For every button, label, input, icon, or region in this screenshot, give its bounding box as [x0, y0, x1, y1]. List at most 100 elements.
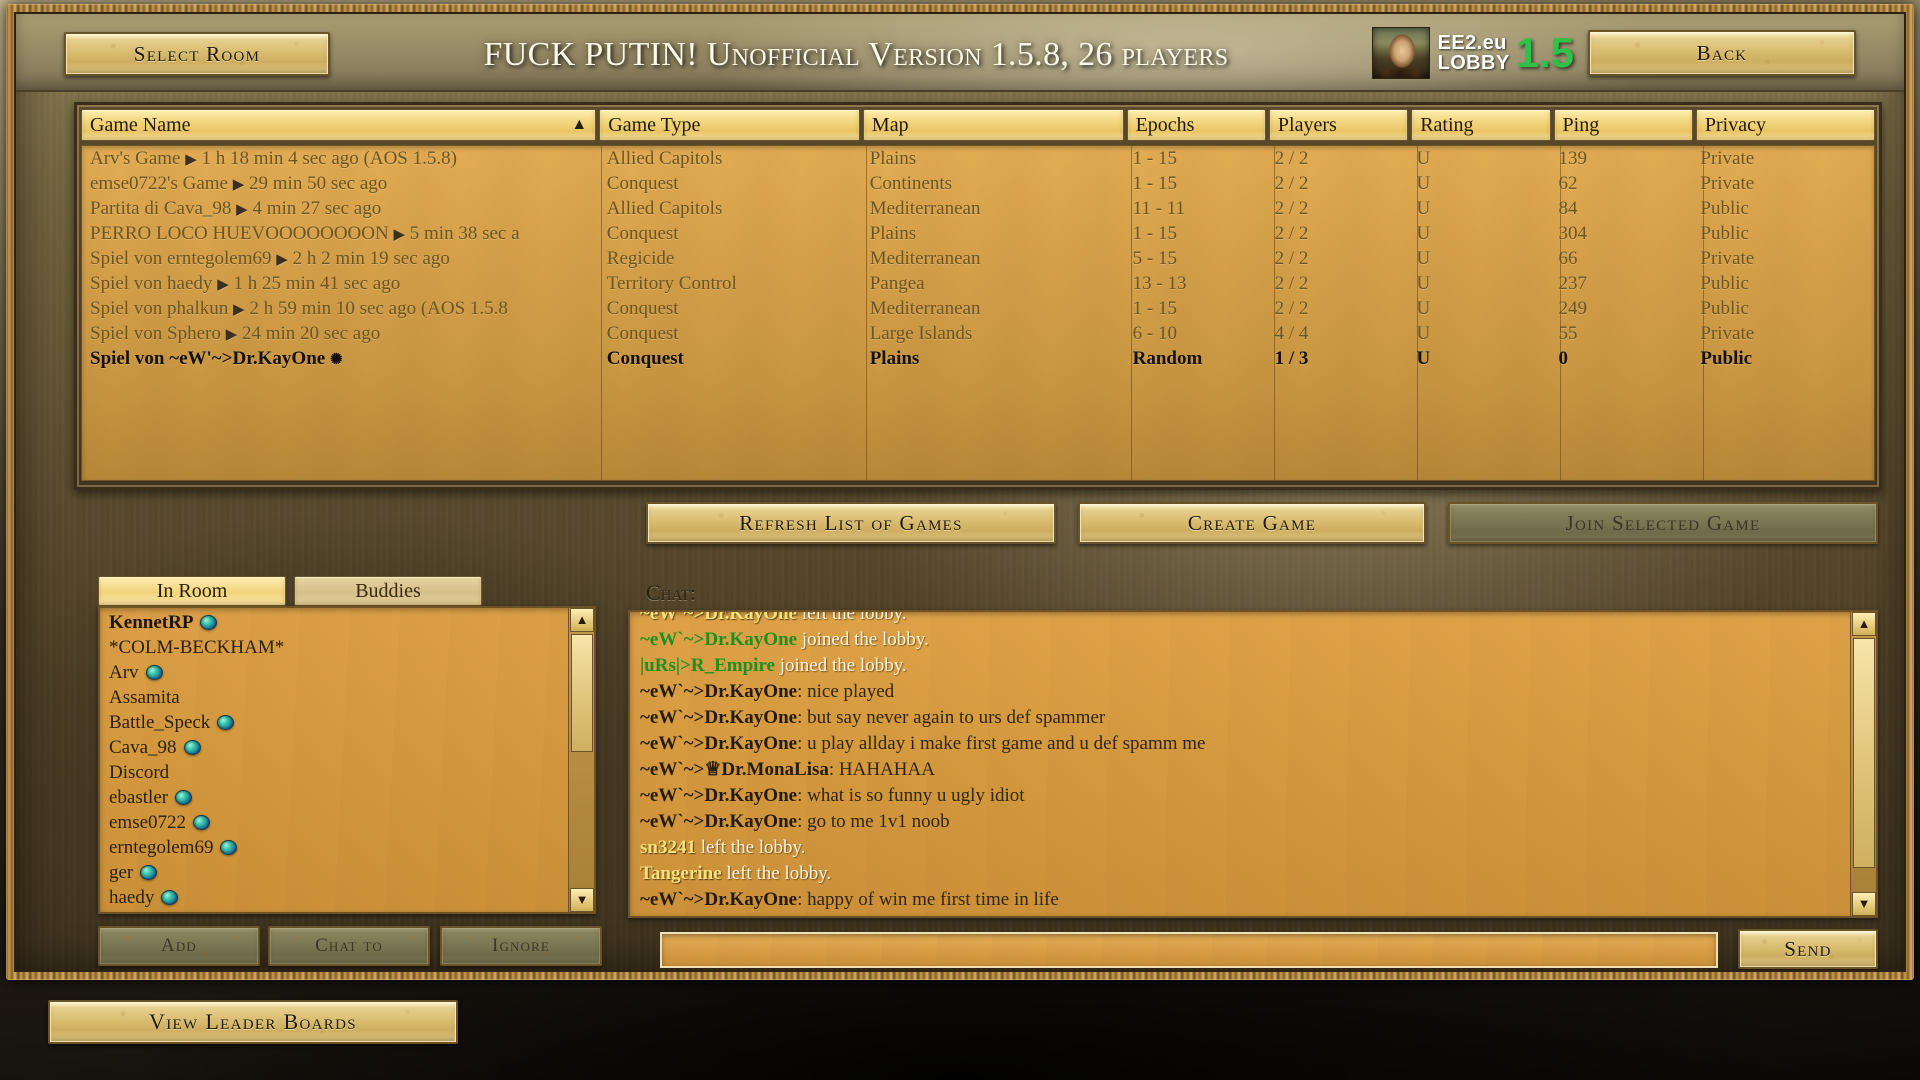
- game-running-icon: ▶: [217, 276, 229, 293]
- back-button[interactable]: Back: [1588, 30, 1856, 76]
- game-cell-privacy: Public: [1700, 197, 1749, 219]
- game-row[interactable]: Spiel von ~eW'~>Dr.KayOne ✺ Conquest Plain…: [82, 346, 1874, 371]
- column-header-label: Epochs: [1135, 113, 1195, 136]
- game-cell-rating: U: [1416, 222, 1431, 244]
- game-cell-ping: 62: [1558, 172, 1578, 194]
- chat-author: ~eW`~>♕Dr.MonaLisa: [640, 759, 829, 780]
- chat-text: : nice played: [797, 681, 895, 702]
- player-list-item[interactable]: Assamita: [100, 685, 594, 710]
- game-row[interactable]: emse0722's Game ▶ 29 min 50 sec ago Conqu…: [82, 171, 1874, 196]
- game-row[interactable]: Spiel von phalkun ▶ 2 h 59 min 10 sec ag…: [82, 296, 1874, 321]
- globe-icon: [193, 815, 211, 830]
- view-leader-boards-button[interactable]: View Leader Boards: [48, 1000, 458, 1044]
- game-cell-privacy: Public: [1700, 347, 1753, 369]
- game-cell-ping: 66: [1558, 247, 1578, 269]
- chat-author: ~eW`~>Dr.KayOne: [640, 785, 798, 806]
- game-cell-ping: 237: [1558, 272, 1587, 294]
- games-column-header-map[interactable]: Map: [862, 109, 1124, 141]
- player-list-item[interactable]: ebastler: [100, 785, 594, 810]
- games-column-header-game-type[interactable]: Game Type: [599, 109, 860, 141]
- globe-icon: [217, 715, 235, 730]
- game-row[interactable]: Arv's Game ▶ 1 h 18 min 4 sec ago (AOS 1…: [82, 146, 1874, 171]
- globe-icon: [140, 865, 158, 880]
- chat-author: |uRs|>R_Empire: [640, 655, 775, 676]
- column-header-label: Game Name: [90, 113, 191, 136]
- tab-buddies[interactable]: Buddies: [294, 576, 482, 606]
- chat-text: : what is so funny u ugly idiot: [797, 785, 1025, 806]
- join-selected-game-button[interactable]: Join Selected Game: [1448, 502, 1878, 544]
- logo-version: 1.5: [1515, 29, 1574, 76]
- scroll-down-icon[interactable]: ▼: [570, 888, 594, 912]
- window-frame: Select Room FUCK PUTIN! Unofficial Versi…: [6, 4, 1914, 980]
- player-list-item[interactable]: Discord: [100, 760, 594, 785]
- games-column-header-rating[interactable]: Rating: [1411, 109, 1551, 141]
- chat-scroll-down-icon[interactable]: ▼: [1852, 892, 1876, 916]
- game-row[interactable]: PERRO LOCO HUEVOOOOOOOON ▶ 5 min 38 sec …: [82, 221, 1874, 246]
- game-cell-privacy: Private: [1700, 147, 1755, 169]
- chat-message: ~eW`~>Dr.KayOne: but say never again to …: [630, 705, 1876, 731]
- game-cell-epochs: 1 - 15: [1132, 222, 1177, 244]
- game-cell-players: 2 / 2: [1274, 197, 1309, 219]
- chat-input[interactable]: [660, 932, 1718, 968]
- player-list-panel[interactable]: KennetRP *COLM-BECKHAM* Arv Assamita Battle_…: [98, 606, 596, 914]
- game-name-text: Spiel von erntegolem69: [90, 247, 277, 269]
- player-list-item[interactable]: erntegolem69: [100, 835, 594, 860]
- games-column-header-epochs[interactable]: Epochs: [1126, 109, 1266, 141]
- game-running-icon: ▶: [232, 176, 245, 193]
- game-row[interactable]: Spiel von erntegolem69 ▶ 2 h 2 min 19 se…: [82, 246, 1874, 271]
- tab-in-room[interactable]: In Room: [98, 576, 286, 606]
- scroll-up-icon[interactable]: ▲: [570, 608, 594, 632]
- game-cell-privacy: Private: [1700, 247, 1755, 269]
- window-content: Select Room FUCK PUTIN! Unofficial Versi…: [14, 12, 1906, 972]
- game-row[interactable]: Spiel von Sphero ▶ 24 min 20 sec ago Conq…: [82, 321, 1874, 346]
- player-list-item[interactable]: *COLM-BECKHAM*: [100, 635, 594, 660]
- chat-message: ~eW`~>Dr.KayOne left the lobby.: [630, 610, 1876, 627]
- game-row[interactable]: Spiel von haedy ▶ 1 h 25 min 41 sec ago T…: [82, 271, 1874, 296]
- player-list-item[interactable]: emse0722: [100, 810, 594, 835]
- player-list-item[interactable]: Arv: [100, 660, 594, 685]
- create-game-button[interactable]: Create Game: [1078, 502, 1426, 544]
- game-cell-name: Spiel von haedy ▶ 1 h 25 min 41 sec ago: [82, 273, 599, 295]
- games-column-header-privacy[interactable]: Privacy: [1695, 109, 1875, 141]
- select-room-button[interactable]: Select Room: [64, 32, 330, 76]
- chat-text: left the lobby.: [695, 837, 806, 858]
- ignore-label: Ignore: [492, 935, 550, 956]
- add-buddy-button[interactable]: Add: [98, 926, 260, 966]
- game-cell-players: 2 / 2: [1274, 247, 1309, 269]
- refresh-list-button[interactable]: Refresh List of Games: [646, 502, 1056, 544]
- game-name-text: Partita di Cava_98: [90, 197, 237, 219]
- chat-message: ~eW`~>Dr.KayOne: what is so funny u ugly…: [630, 783, 1876, 809]
- games-column-header-players[interactable]: Players: [1268, 109, 1409, 141]
- chat-author: ~eW`~>Dr.KayOne: [640, 889, 798, 910]
- player-list-item[interactable]: ger: [100, 860, 594, 885]
- player-list-scrollbar[interactable]: ▲ ▼: [568, 608, 594, 912]
- game-cell-ping: 55: [1558, 322, 1578, 344]
- chat-to-button[interactable]: Chat to: [268, 926, 430, 966]
- player-list-item[interactable]: haedy: [100, 885, 594, 910]
- player-list-scroll-thumb[interactable]: [571, 634, 593, 752]
- games-table-body[interactable]: Arv's Game ▶ 1 h 18 min 4 sec ago (AOS 1…: [81, 145, 1875, 481]
- chat-scrollbar[interactable]: ▲ ▼: [1850, 612, 1876, 916]
- game-cell-name: Spiel von Sphero ▶ 24 min 20 sec ago: [82, 323, 599, 345]
- chat-log-panel[interactable]: ~eW`~>Dr.KayOne left the lobby. ~eW`~>Dr.…: [628, 610, 1878, 918]
- player-list-item[interactable]: Cava_98: [100, 735, 594, 760]
- player-list-item[interactable]: KennetRP: [100, 610, 594, 635]
- chat-text: : go to me 1v1 noob: [797, 811, 950, 832]
- games-column-header-game-name[interactable]: Game Name ▲: [81, 109, 597, 141]
- game-row[interactable]: Partita di Cava_98 ▶ 4 min 27 sec ago All…: [82, 196, 1874, 221]
- games-column-header-ping[interactable]: Ping: [1553, 109, 1693, 141]
- ignore-button[interactable]: Ignore: [440, 926, 602, 966]
- chat-message: |uRs|>R_Empire joined the lobby.: [630, 653, 1876, 679]
- tab-in-room-label: In Room: [156, 579, 228, 602]
- chat-scroll-up-icon[interactable]: ▲: [1852, 612, 1876, 636]
- game-cell-players: 2 / 2: [1274, 272, 1309, 294]
- game-elapsed-time: 29 min 50 sec ago: [244, 172, 388, 194]
- player-list-item[interactable]: Battle_Speck: [100, 710, 594, 735]
- game-cell-map: Plains: [869, 347, 920, 369]
- send-button[interactable]: Send: [1738, 929, 1878, 969]
- player-name: haedy: [109, 886, 155, 908]
- game-cell-rating: U: [1416, 272, 1431, 294]
- column-header-label: Rating: [1420, 113, 1474, 136]
- chat-scroll-thumb[interactable]: [1853, 638, 1875, 868]
- chat-author: ~eW`~>Dr.KayOne: [640, 610, 798, 624]
